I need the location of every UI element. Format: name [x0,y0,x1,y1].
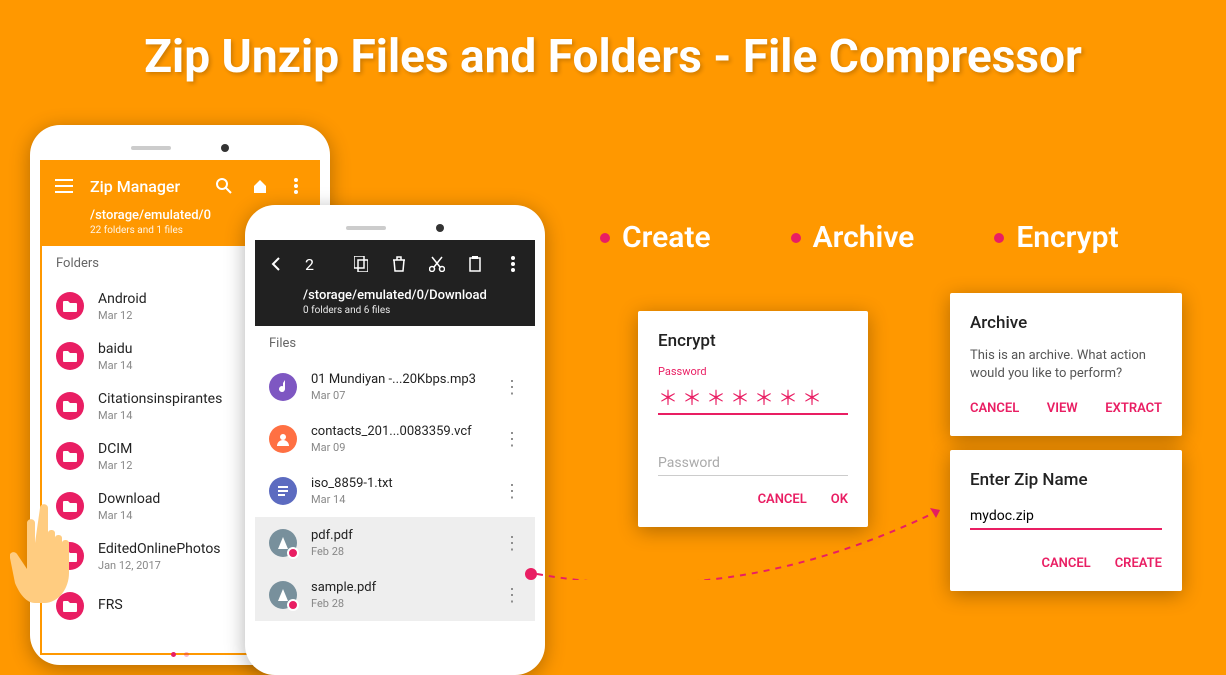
hand-pointer-icon [10,498,80,613]
zipname-dialog: Enter Zip Name CANCEL CREATE [950,450,1182,591]
cancel-button[interactable]: CANCEL [970,401,1019,416]
view-button[interactable]: VIEW [1047,401,1078,416]
delete-icon[interactable] [389,254,409,274]
item-menu-icon[interactable]: ⋮ [503,377,521,398]
file-date: Mar 14 [311,493,489,506]
page-dot[interactable] [184,652,189,655]
pdf-icon [269,581,297,609]
page-dot[interactable] [171,652,176,655]
folder-icon [56,392,84,420]
feature-labels: Create Archive Encrypt [600,220,1119,255]
folder-icon [56,292,84,320]
home-icon[interactable] [250,176,270,196]
password-confirm-field[interactable]: Password [658,451,848,476]
main-title: Zip Unzip Files and Folders - File Compr… [0,30,1226,84]
subinfo-text: 0 folders and 6 files [303,305,523,316]
path-text: /storage/emulated/0/Download [303,288,523,303]
selection-count: 2 [305,255,333,274]
file-item[interactable]: pdf.pdf Feb 28 ⋮ [255,517,535,569]
more-icon[interactable] [286,176,306,196]
item-menu-icon[interactable]: ⋮ [503,533,521,554]
cut-icon[interactable] [427,254,447,274]
search-icon[interactable] [214,176,234,196]
copy-icon[interactable] [351,254,371,274]
item-menu-icon[interactable]: ⋮ [503,481,521,502]
feature-label: Encrypt [1016,220,1118,255]
item-menu-icon[interactable]: ⋮ [503,585,521,606]
phone-mockup-2: 2 /storage/emulated/0/Download [245,205,545,675]
file-date: Feb 28 [311,597,489,610]
text-icon [269,477,297,505]
bullet-icon [994,233,1004,243]
password-label: Password [658,365,848,378]
file-date: Mar 07 [311,389,489,402]
more-icon[interactable] [503,254,523,274]
pdf-icon [269,529,297,557]
cancel-button[interactable]: CANCEL [1041,556,1090,571]
file-item[interactable]: 01 Mundiyan -...20Kbps.mp3 Mar 07 ⋮ [255,361,535,413]
password-value[interactable]: ＊＊＊＊＊＊＊ [658,380,848,415]
file-name: pdf.pdf [311,528,489,543]
file-date: Mar 09 [311,441,489,454]
menu-icon[interactable] [54,176,74,196]
pager-dots [171,652,189,655]
bullet-icon [791,233,801,243]
selection-appbar: 2 /storage/emulated/0/Download [255,240,535,326]
paste-icon[interactable] [465,254,485,274]
file-item[interactable]: contacts_201...0083359.vcf Mar 09 ⋮ [255,413,535,465]
file-list: 01 Mundiyan -...20Kbps.mp3 Mar 07 ⋮ conta… [255,361,535,621]
dialog-title: Enter Zip Name [970,470,1162,490]
archive-dialog: Archive This is an archive. What action … [950,293,1182,436]
encrypt-dialog: Encrypt Password ＊＊＊＊＊＊＊ Password CANCEL… [638,311,868,527]
file-item[interactable]: iso_8859-1.txt Mar 14 ⋮ [255,465,535,517]
file-date: Feb 28 [311,545,489,558]
file-name: contacts_201...0083359.vcf [311,424,489,439]
extract-button[interactable]: EXTRACT [1105,401,1162,416]
zipname-input[interactable] [970,504,1162,530]
ok-button[interactable]: OK [831,492,848,507]
feature-archive: Archive [791,220,915,255]
phone-notch [40,135,320,160]
phone-screen: 2 /storage/emulated/0/Download [255,240,535,665]
back-icon[interactable] [267,254,287,274]
section-header: Files [255,326,535,361]
file-name: iso_8859-1.txt [311,476,489,491]
file-name: 01 Mundiyan -...20Kbps.mp3 [311,372,489,387]
create-button[interactable]: CREATE [1115,556,1162,571]
selected-badge-icon [287,547,299,559]
app-title: Zip Manager [90,177,198,196]
file-name: sample.pdf [311,580,489,595]
contact-icon [269,425,297,453]
music-icon [269,373,297,401]
folder-icon [56,442,84,470]
feature-encrypt: Encrypt [994,220,1118,255]
feature-label: Create [622,220,711,255]
feature-create: Create [600,220,711,255]
dialog-title: Encrypt [658,331,848,351]
item-menu-icon[interactable]: ⋮ [503,429,521,450]
dialog-text: This is an archive. What action would yo… [970,347,1162,383]
selected-badge-icon [287,599,299,611]
phone-notch [255,215,535,240]
file-item[interactable]: sample.pdf Feb 28 ⋮ [255,569,535,621]
feature-label: Archive [813,220,915,255]
bullet-icon [600,233,610,243]
cancel-button[interactable]: CANCEL [758,492,807,507]
folder-icon [56,342,84,370]
dialog-title: Archive [970,313,1162,333]
